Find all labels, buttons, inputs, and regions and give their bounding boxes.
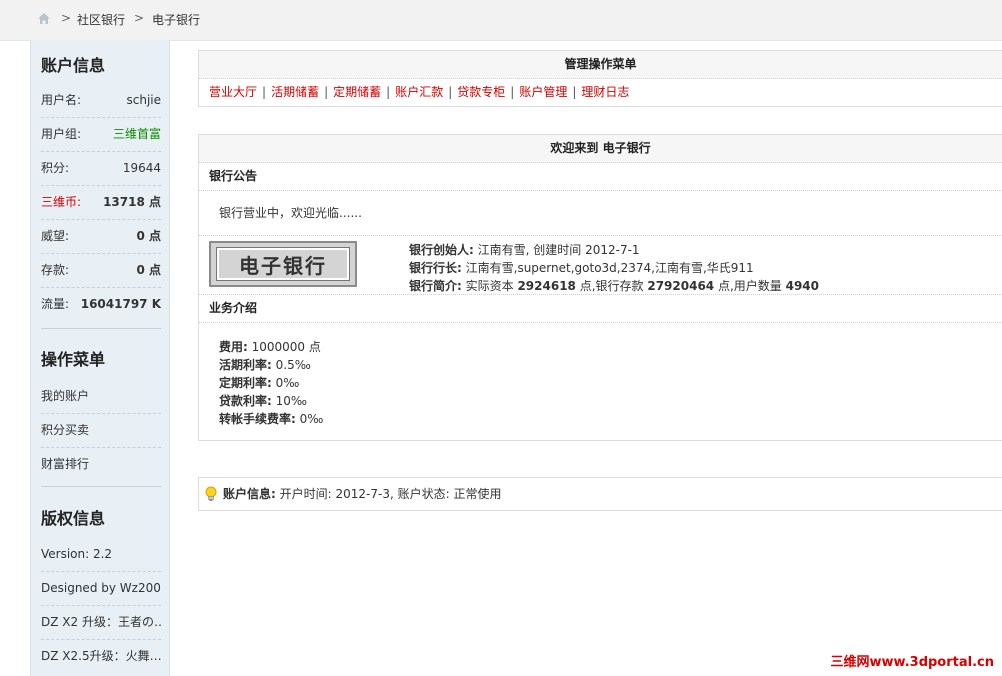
breadcrumb: > 社区银行 > 电子银行	[0, 0, 1002, 41]
fee-row: 费用: 1000000 点	[219, 340, 321, 354]
breadcrumb-ebank[interactable]: 电子银行	[152, 11, 200, 28]
welcome-panel: 欢迎来到 电子银行 银行公告 银行营业中，欢迎光临...... 电子银行 银行创…	[198, 134, 1002, 441]
fee-list: 费用: 1000000 点 活期利率: 0.5‰ 定期利率: 0‰ 贷款利率: …	[199, 323, 1002, 440]
home-icon[interactable]	[37, 12, 51, 25]
breadcrumb-community-bank[interactable]: 社区银行	[77, 11, 125, 28]
menu-fixed-savings[interactable]: 定期储蓄	[333, 85, 381, 99]
bank-founder: 银行创始人: 江南有雪, 创建时间 2012-7-1	[409, 243, 640, 257]
fee-row: 转帐手续费率: 0‰	[219, 412, 324, 426]
business-title: 业务介绍	[199, 295, 1002, 323]
account-info-title: 账户信息	[41, 56, 106, 75]
lightbulb-icon	[205, 486, 217, 501]
fee-row: 贷款利率: 10‰	[219, 394, 307, 408]
site-watermark: 三维网www.3dportal.cn	[830, 655, 994, 670]
copyright-title: 版权信息	[41, 509, 106, 528]
account-row-username: 用户名: schjie	[41, 84, 161, 118]
sidebar-item-my-account[interactable]: 我的账户	[41, 380, 161, 414]
sidebar-divider	[41, 486, 161, 487]
management-menu: 营业大厅 | 活期储蓄 | 定期储蓄 | 账户汇款 | 贷款专柜 | 账户管理 | 理财日志	[209, 85, 630, 99]
menu-lobby[interactable]: 营业大厅	[209, 85, 257, 99]
bank-info: 电子银行 银行创始人: 江南有雪, 创建时间 2012-7-1 银行行长: 江南…	[199, 236, 1002, 295]
breadcrumb-separator: >	[61, 11, 72, 25]
management-menu-title: 管理操作菜单	[199, 51, 1002, 79]
ops-menu-title: 操作菜单	[41, 350, 106, 369]
bank-director: 银行行长: 江南有雪,supernet,goto3d,2374,江南有雪,华氏9…	[409, 261, 754, 275]
account-row-group: 用户组: 三维首富	[41, 118, 161, 152]
management-menu-panel: 管理操作菜单 营业大厅 | 活期储蓄 | 定期储蓄 | 账户汇款 | 贷款专柜 | 账户管理 | 理财日…	[198, 50, 1002, 107]
welcome-title: 欢迎来到 电子银行	[199, 135, 1002, 163]
bank-logo: 电子银行	[209, 241, 357, 287]
bank-intro: 银行简介: 实际资本 2924618 点,银行存款 27920464 点,用户数…	[409, 279, 820, 293]
bank-info-lines: 银行创始人: 江南有雪, 创建时间 2012-7-1 银行行长: 江南有雪,su…	[409, 241, 819, 295]
account-status-panel: 账户信息: 开户时间: 2012-7-3, 账户状态: 正常使用	[198, 477, 1002, 511]
menu-finance-log[interactable]: 理财日志	[581, 85, 629, 99]
fee-row: 定期利率: 0‰	[219, 376, 300, 390]
account-row-prestige: 威望: 0 点	[41, 220, 161, 254]
copyright-version: Version: 2.2	[41, 538, 161, 572]
menu-account-management[interactable]: 账户管理	[519, 85, 567, 99]
breadcrumb-separator: >	[134, 11, 145, 25]
fee-row: 活期利率: 0.5‰	[219, 358, 311, 372]
bank-logo-text: 电子银行	[216, 247, 350, 281]
notice-text: 银行营业中，欢迎光临......	[199, 191, 1002, 236]
menu-current-savings[interactable]: 活期储蓄	[271, 85, 319, 99]
sidebar-item-points-trade[interactable]: 积分买卖	[41, 414, 161, 448]
sidebar-divider	[41, 328, 161, 329]
menu-loans[interactable]: 贷款专柜	[457, 85, 505, 99]
copyright-upgrade-x2: DZ X2 升级：王者の…	[41, 606, 161, 640]
account-row-traffic: 流量: 16041797 K	[41, 297, 161, 311]
account-status: 账户信息: 开户时间: 2012-7-3, 账户状态: 正常使用	[199, 478, 1002, 510]
account-row-points: 积分: 19644	[41, 152, 161, 186]
account-row-coins: 三维币: 13718 点	[41, 186, 161, 220]
copyright-designer: Designed by Wz200…	[41, 572, 161, 606]
sidebar-item-wealth-rank[interactable]: 财富排行	[41, 448, 161, 481]
sidebar: 账户信息 用户名: schjie 用户组: 三维首富 积分: 19644 三维币…	[30, 40, 170, 676]
account-row-deposit: 存款: 0 点	[41, 254, 161, 288]
notice-title: 银行公告	[199, 163, 1002, 191]
copyright-upgrade-x25: DZ X2.5升级：火舞…	[41, 649, 161, 663]
menu-remittance[interactable]: 账户汇款	[395, 85, 443, 99]
